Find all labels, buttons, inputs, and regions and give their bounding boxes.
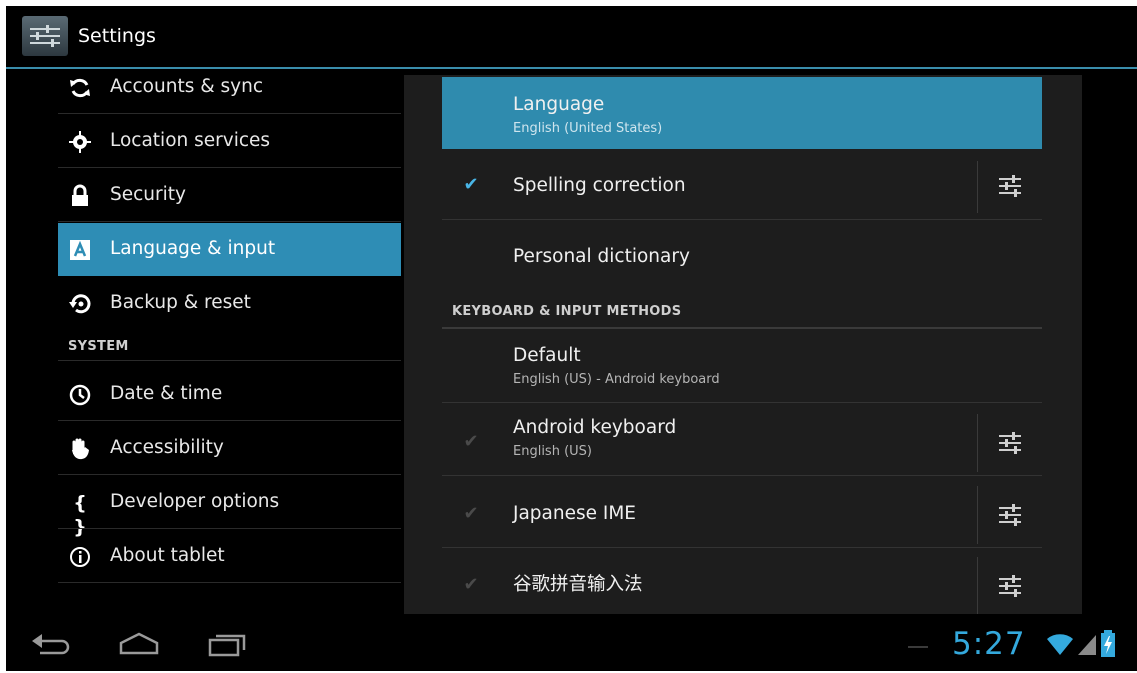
sidebar-item-security[interactable]: Security — [58, 169, 401, 222]
battery-icon — [1100, 630, 1116, 658]
divider — [442, 475, 1042, 476]
row-title: Japanese IME — [513, 503, 636, 524]
sidebar-item-location-services[interactable]: Location services — [58, 115, 401, 168]
signal-icon — [1076, 631, 1098, 657]
divider — [442, 402, 1042, 403]
sidebar-item-backup-reset[interactable]: Backup & reset — [58, 277, 401, 330]
language-input-panel: Language English (United States) ✔ Spell… — [404, 75, 1082, 614]
divider — [58, 167, 401, 168]
divider — [58, 113, 401, 114]
sidebar-item-label: Developer options — [110, 491, 280, 512]
sidebar-item-date-time[interactable]: Date & time — [58, 368, 401, 421]
divider — [58, 582, 401, 583]
divider — [977, 557, 978, 614]
row-title: Language — [513, 94, 605, 115]
info-icon — [68, 545, 92, 569]
page-title: Settings — [78, 25, 156, 47]
sidebar-item-label: Language & input — [110, 238, 276, 259]
action-bar: Settings — [6, 6, 1137, 69]
clock-icon — [68, 383, 92, 407]
status-clock[interactable]: 5:27 — [952, 627, 1026, 661]
divider — [442, 327, 1042, 329]
row-summary: English (United States) — [513, 121, 663, 136]
divider — [977, 161, 978, 213]
sync-icon — [68, 76, 92, 100]
default-keyboard-row[interactable]: Default English (US) - Android keyboard — [442, 331, 1042, 403]
settings-sliders-icon[interactable] — [995, 500, 1025, 530]
personal-dictionary-row[interactable]: Personal dictionary — [442, 220, 1042, 294]
sidebar-item-label: Accounts & sync — [110, 76, 264, 97]
wifi-icon — [1047, 631, 1073, 657]
settings-sliders-icon[interactable] — [995, 171, 1025, 201]
row-title: Default — [513, 345, 581, 366]
keyboard-input-methods-header: KEYBOARD & INPUT METHODS — [452, 304, 682, 319]
back-icon[interactable] — [28, 629, 74, 659]
settings-sidebar: Accounts & sync Location services Securi… — [58, 69, 401, 597]
recent-apps-icon[interactable] — [204, 629, 250, 659]
settings-sliders-icon[interactable] — [995, 571, 1025, 601]
system-bar: 5:27 — [6, 617, 1137, 671]
japanese-ime-row[interactable]: ✔ Japanese IME — [442, 480, 1042, 548]
android-keyboard-row[interactable]: ✔ Android keyboard English (US) — [442, 408, 1042, 476]
sidebar-item-label: About tablet — [110, 545, 225, 566]
divider — [977, 414, 978, 472]
divider — [442, 547, 1042, 548]
sidebar-item-label: Backup & reset — [110, 292, 251, 313]
sidebar-item-label: Location services — [110, 130, 271, 151]
pinyin-input-row[interactable]: ✔ 谷歌拼音输入法 — [442, 551, 1042, 614]
divider — [58, 420, 401, 421]
row-title: 谷歌拼音输入法 — [513, 574, 643, 595]
lock-icon — [68, 184, 92, 208]
checkbox-checked-icon[interactable]: ✔ — [461, 175, 481, 195]
sidebar-item-label: Security — [110, 184, 186, 205]
sidebar-item-accounts-sync[interactable]: Accounts & sync — [58, 61, 401, 114]
sidebar-item-about-tablet[interactable]: About tablet — [58, 530, 401, 583]
row-summary: English (US) — [513, 444, 592, 459]
home-icon[interactable] — [116, 629, 162, 659]
braces-icon: { } — [73, 492, 87, 538]
divider — [58, 474, 401, 475]
sidebar-section-system: SYSTEM — [68, 339, 129, 354]
language-icon — [68, 238, 92, 262]
sidebar-item-accessibility[interactable]: Accessibility — [58, 422, 401, 475]
sidebar-item-language-input[interactable]: Language & input — [58, 223, 401, 276]
divider — [58, 221, 401, 222]
spelling-correction-row[interactable]: ✔ Spelling correction — [442, 153, 1042, 220]
divider — [58, 360, 401, 361]
divider — [58, 528, 401, 529]
sidebar-item-label: Date & time — [110, 383, 223, 404]
language-row[interactable]: Language English (United States) — [442, 77, 1042, 149]
row-title: Personal dictionary — [513, 246, 690, 267]
backup-icon — [68, 292, 92, 316]
checkbox-checked-icon: ✔ — [463, 574, 479, 595]
row-summary: English (US) - Android keyboard — [513, 372, 720, 387]
row-title: Spelling correction — [513, 175, 686, 196]
notification-dash — [908, 646, 928, 648]
settings-sliders-icon[interactable] — [22, 16, 68, 56]
sidebar-item-developer-options[interactable]: { } Developer options — [58, 476, 401, 538]
row-title: Android keyboard — [513, 417, 677, 438]
sidebar-item-label: Accessibility — [110, 437, 224, 458]
tablet-screen: Settings Accounts & sync Location servic… — [6, 6, 1137, 671]
checkbox-checked-icon: ✔ — [463, 431, 479, 452]
settings-sliders-icon[interactable] — [995, 428, 1025, 458]
divider — [977, 486, 978, 544]
checkbox-checked-icon: ✔ — [463, 503, 479, 524]
hand-icon — [68, 437, 92, 461]
location-icon — [68, 130, 92, 154]
